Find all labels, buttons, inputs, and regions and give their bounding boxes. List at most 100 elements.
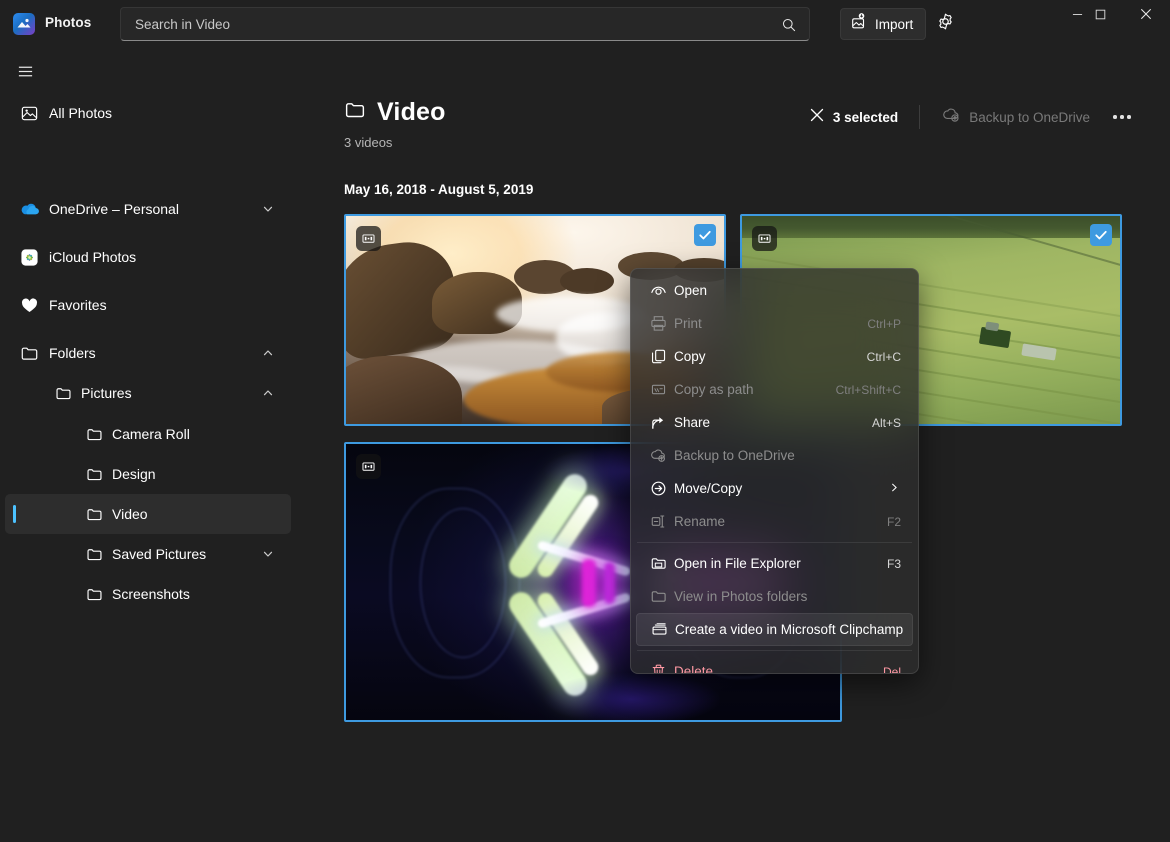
context-menu-item-move-copy[interactable]: Move/Copy <box>636 472 913 505</box>
context-menu-item-copy-as-path[interactable]: Copy as path Ctrl+Shift+C <box>636 373 913 406</box>
photos-app-logo <box>13 13 35 35</box>
sidebar-item-video[interactable]: Video <box>5 494 291 534</box>
trash-icon <box>649 663 667 673</box>
context-menu-item-backup-to-onedrive[interactable]: Backup to OneDrive <box>636 439 913 472</box>
menu-item-label: Copy as path <box>674 382 754 397</box>
sidebar-item-label: Camera Roll <box>112 426 190 442</box>
search-placeholder: Search in Video <box>135 16 231 32</box>
context-menu-item-delete[interactable]: Delete Del <box>636 655 913 674</box>
chevron-up-icon[interactable] <box>261 346 275 360</box>
sidebar-item-label: Folders <box>49 345 96 361</box>
folder-icon <box>52 382 74 404</box>
maximize-button[interactable] <box>1077 0 1123 32</box>
search-input[interactable]: Search in Video <box>120 7 810 41</box>
folder-icon <box>649 588 667 606</box>
treeline <box>742 216 1120 238</box>
photos-app-window: Photos Search in Video Import All Photos… <box>0 0 1170 842</box>
sidebar-item-onedrive-personal[interactable]: OneDrive – Personal <box>5 189 291 229</box>
sidebar-item-icloud-photos[interactable]: iCloud Photos <box>5 237 291 277</box>
sidebar-item-folders[interactable]: Folders <box>5 333 291 373</box>
menu-item-label: Create a video in Microsoft Clipchamp <box>675 622 904 637</box>
close-icon <box>1140 7 1152 25</box>
menu-item-label: View in Photos folders <box>674 589 808 604</box>
folder-icon <box>83 423 105 445</box>
page-header: Video <box>344 98 446 127</box>
menu-separator <box>637 650 912 651</box>
menu-item-label: Copy <box>674 349 706 364</box>
context-menu-item-print[interactable]: Print Ctrl+P <box>636 307 913 340</box>
menu-item-accelerator: Ctrl+C <box>866 349 901 364</box>
sidebar-item-design[interactable]: Design <box>5 454 291 494</box>
move-arrow-icon <box>649 480 667 498</box>
share-icon <box>649 414 667 432</box>
import-button-label: Import <box>875 16 914 32</box>
app-title: Photos <box>45 15 92 30</box>
toolbar-divider <box>919 105 921 129</box>
sidebar-item-label: Screenshots <box>112 586 190 602</box>
icloud-photos-icon <box>18 246 40 268</box>
context-menu-item-copy[interactable]: Copy Ctrl+C <box>636 340 913 373</box>
copy-path-icon <box>649 381 667 399</box>
folder-icon <box>83 543 105 565</box>
sidebar-item-label: Design <box>112 466 156 482</box>
cloud-upload-icon <box>649 447 667 465</box>
import-button[interactable]: Import <box>840 8 927 40</box>
page-subtitle: 3 videos <box>344 135 393 150</box>
menu-item-label: Share <box>674 415 711 430</box>
selection-checkbox[interactable] <box>1090 224 1112 246</box>
sidebar-item-label: All Photos <box>49 105 113 121</box>
menu-item-label: Open <box>674 283 708 298</box>
close-button[interactable] <box>1123 0 1169 32</box>
context-menu-item-open[interactable]: Open <box>636 274 913 307</box>
sidebar-item-label: Video <box>112 506 148 522</box>
page-title: Video <box>377 98 446 126</box>
import-image-icon <box>850 12 868 36</box>
chevron-up-icon[interactable] <box>261 386 275 400</box>
menu-separator <box>637 542 912 543</box>
context-menu-item-view-in-photos-folders[interactable]: View in Photos folders <box>636 580 913 613</box>
sidebar-item-label: Saved Pictures <box>112 546 207 562</box>
menu-item-label: Backup to OneDrive <box>674 448 795 463</box>
menu-item-label: Delete <box>674 664 714 674</box>
cloud-upload-icon <box>942 106 961 128</box>
onedrive-cloud-icon <box>18 198 40 220</box>
chevron-down-icon[interactable] <box>261 547 275 561</box>
sidebar-item-camera-roll[interactable]: Camera Roll <box>5 414 291 454</box>
sidebar-item-saved-pictures[interactable]: Saved Pictures <box>5 534 291 574</box>
context-menu-item-open-in-file-explorer[interactable]: Open in File Explorer F3 <box>636 547 913 580</box>
sidebar-item-label: Favorites <box>49 297 107 313</box>
photo-icon <box>18 102 40 124</box>
folder-icon <box>83 583 105 605</box>
folder-icon <box>83 503 105 525</box>
sidebar-item-screenshots[interactable]: Screenshots <box>5 574 291 614</box>
menu-item-accelerator: Ctrl+P <box>867 316 901 331</box>
backup-to-onedrive-button[interactable]: Backup to OneDrive <box>932 100 1100 134</box>
context-menu-item-create-video-clipchamp[interactable]: Create a video in Microsoft Clipchamp <box>636 613 913 646</box>
settings-button[interactable] <box>929 8 961 40</box>
gear-icon <box>936 12 955 36</box>
nav-toggle-button[interactable] <box>7 57 43 91</box>
chevron-down-icon[interactable] <box>261 202 275 216</box>
file-explorer-icon <box>649 555 667 573</box>
sidebar-item-all-photos[interactable]: All Photos <box>5 93 291 133</box>
sidebar-item-favorites[interactable]: Favorites <box>5 285 291 325</box>
selection-checkbox[interactable] <box>694 224 716 246</box>
clear-selection-button[interactable]: 3 selected <box>801 102 907 133</box>
open-eye-icon <box>649 282 667 300</box>
context-menu: Open Print Ctrl+P Copy Ctrl+C Copy as pa… <box>630 268 919 674</box>
context-menu-item-share[interactable]: Share Alt+S <box>636 406 913 439</box>
menu-item-accelerator: F3 <box>886 556 901 571</box>
folder-icon <box>83 463 105 485</box>
folder-icon <box>344 99 366 126</box>
search-icon[interactable] <box>779 15 799 35</box>
menu-item-label: Rename <box>674 514 726 529</box>
selection-toolbar: 3 selected Backup to OneDrive <box>801 100 1138 134</box>
more-options-button[interactable] <box>1106 102 1138 132</box>
more-horizontal-icon <box>1113 115 1131 119</box>
menu-item-accelerator: Ctrl+Shift+C <box>835 382 901 397</box>
sidebar-item-pictures[interactable]: Pictures <box>5 373 291 413</box>
sidebar-item-label: Pictures <box>81 385 132 401</box>
context-menu-item-rename[interactable]: Rename F2 <box>636 505 913 538</box>
sidebar-item-label: OneDrive – Personal <box>49 201 179 217</box>
copy-icon <box>649 348 667 366</box>
